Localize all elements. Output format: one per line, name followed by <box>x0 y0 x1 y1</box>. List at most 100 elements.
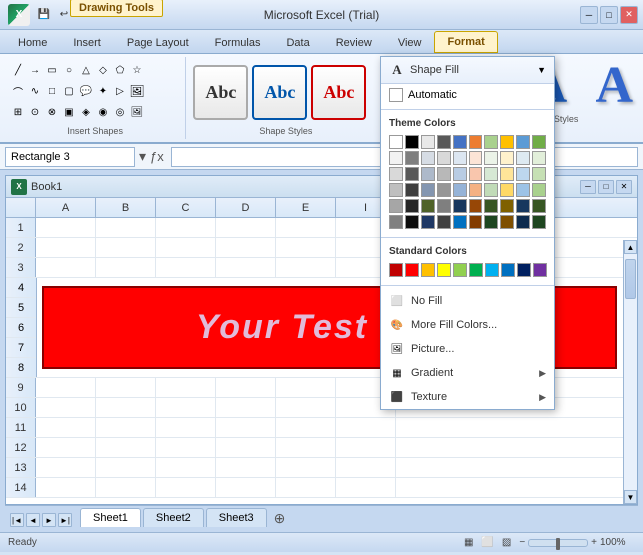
shape-callout-icon[interactable]: 💬 <box>78 83 94 99</box>
theme-color-swatch[interactable] <box>389 215 403 229</box>
scroll-right-button[interactable]: ► <box>623 505 637 506</box>
theme-color-swatch[interactable] <box>437 151 451 165</box>
zoom-in-button[interactable]: + <box>591 537 597 548</box>
grid-cell[interactable] <box>96 458 156 477</box>
theme-color-swatch[interactable] <box>469 183 483 197</box>
name-box[interactable] <box>5 147 135 167</box>
zoom-slider[interactable] <box>528 539 588 547</box>
theme-color-swatch[interactable] <box>437 135 451 149</box>
shape-arrow-icon[interactable]: → <box>27 62 43 78</box>
shape-diamond-icon[interactable]: ◇ <box>95 62 111 78</box>
shape-extra3-icon[interactable]: ⊗ <box>44 105 60 121</box>
scroll-down-button[interactable]: ▼ <box>624 490 637 504</box>
theme-color-swatch[interactable] <box>484 215 498 229</box>
shape-extra5-icon[interactable]: ◈ <box>78 105 94 121</box>
grid-cell[interactable] <box>216 458 276 477</box>
theme-color-swatch[interactable] <box>500 183 514 197</box>
theme-color-swatch[interactable] <box>405 183 419 197</box>
theme-color-swatch[interactable] <box>453 183 467 197</box>
theme-color-swatch[interactable] <box>484 183 498 197</box>
zoom-out-button[interactable]: − <box>519 537 525 548</box>
standard-color-swatch[interactable] <box>517 263 531 277</box>
theme-color-swatch[interactable] <box>421 135 435 149</box>
gradient-option[interactable]: ▦ Gradient ▶ <box>381 361 554 385</box>
grid-cell[interactable] <box>156 438 216 457</box>
standard-color-swatch[interactable] <box>501 263 515 277</box>
shape-extra1-icon[interactable]: ⊞ <box>10 105 26 121</box>
grid-cell[interactable] <box>336 418 396 437</box>
style-button-2[interactable]: Abc <box>252 65 307 120</box>
more-fill-colors-option[interactable]: 🎨 More Fill Colors... <box>381 313 554 337</box>
sheet-prev-button[interactable]: ◄ <box>26 513 40 527</box>
theme-color-swatch[interactable] <box>516 215 530 229</box>
grid-cell[interactable] <box>36 418 96 437</box>
shape-misc-icon[interactable]: ✦ <box>95 83 111 99</box>
grid-cell[interactable] <box>156 238 216 257</box>
style-button-3[interactable]: Abc <box>311 65 366 120</box>
grid-cell[interactable] <box>276 378 336 397</box>
insert-sheet-icon[interactable]: ⊕ <box>274 510 286 527</box>
shape-line-icon[interactable]: ╱ <box>10 62 26 78</box>
col-header-c[interactable]: C <box>156 198 216 217</box>
theme-color-swatch[interactable] <box>437 199 451 213</box>
grid-cell[interactable] <box>36 238 96 257</box>
shape-action-icon[interactable]: ▷ <box>112 83 128 99</box>
theme-color-swatch[interactable] <box>389 151 403 165</box>
theme-color-swatch[interactable] <box>453 167 467 181</box>
theme-color-swatch[interactable] <box>389 167 403 181</box>
shape-oval-icon[interactable]: ○ <box>61 62 77 78</box>
tab-format[interactable]: Format <box>434 31 497 53</box>
col-header-a[interactable]: A <box>36 198 96 217</box>
shape-star-icon[interactable]: ☆ <box>129 62 145 78</box>
grid-cell[interactable] <box>276 458 336 477</box>
sheet-tab-1[interactable]: Sheet1 <box>80 508 141 527</box>
theme-color-swatch[interactable] <box>500 151 514 165</box>
grid-cell[interactable] <box>96 378 156 397</box>
tab-pagelayout[interactable]: Page Layout <box>114 32 202 53</box>
theme-color-swatch[interactable] <box>405 167 419 181</box>
theme-color-swatch[interactable] <box>532 215 546 229</box>
tab-home[interactable]: Home <box>5 32 60 53</box>
tab-data[interactable]: Data <box>273 32 322 53</box>
shape-photo-icon[interactable]: 🖼 <box>129 83 145 99</box>
theme-color-swatch[interactable] <box>405 215 419 229</box>
grid-cell[interactable] <box>36 398 96 417</box>
theme-color-swatch[interactable] <box>405 135 419 149</box>
scroll-up-button[interactable]: ▲ <box>624 240 637 254</box>
scroll-left-button[interactable]: ◄ <box>6 505 20 506</box>
sheet-next-button[interactable]: ► <box>42 513 56 527</box>
theme-color-swatch[interactable] <box>532 167 546 181</box>
grid-cell[interactable] <box>96 218 156 237</box>
theme-color-swatch[interactable] <box>500 135 514 149</box>
shape-triangle-icon[interactable]: △ <box>78 62 94 78</box>
grid-cell[interactable] <box>216 418 276 437</box>
theme-color-swatch[interactable] <box>469 151 483 165</box>
grid-cell[interactable] <box>276 258 336 277</box>
theme-color-swatch[interactable] <box>532 199 546 213</box>
grid-cell[interactable] <box>156 418 216 437</box>
theme-color-swatch[interactable] <box>516 199 530 213</box>
shape-extra6-icon[interactable]: ◉ <box>95 105 111 121</box>
tab-review[interactable]: Review <box>323 32 385 53</box>
theme-color-swatch[interactable] <box>437 183 451 197</box>
grid-cell[interactable] <box>216 438 276 457</box>
page-layout-icon[interactable]: ⬜ <box>481 537 493 548</box>
page-break-icon[interactable]: ▨ <box>502 537 511 548</box>
shape-rounded-icon[interactable]: ▢ <box>61 83 77 99</box>
theme-color-swatch[interactable] <box>453 215 467 229</box>
texture-option[interactable]: ⬛ Texture ▶ <box>381 385 554 409</box>
theme-color-swatch[interactable] <box>453 199 467 213</box>
theme-color-swatch[interactable] <box>469 135 483 149</box>
theme-color-swatch[interactable] <box>469 199 483 213</box>
shape-rect-icon[interactable]: ▭ <box>44 62 60 78</box>
theme-color-swatch[interactable] <box>469 215 483 229</box>
minimize-button[interactable]: ─ <box>580 6 598 24</box>
grid-cell[interactable] <box>156 258 216 277</box>
grid-cell[interactable] <box>156 378 216 397</box>
theme-color-swatch[interactable] <box>516 183 530 197</box>
theme-color-swatch[interactable] <box>469 167 483 181</box>
theme-color-swatch[interactable] <box>516 135 530 149</box>
theme-color-swatch[interactable] <box>437 167 451 181</box>
sheet-tab-2[interactable]: Sheet2 <box>143 508 204 527</box>
grid-cell[interactable] <box>96 238 156 257</box>
